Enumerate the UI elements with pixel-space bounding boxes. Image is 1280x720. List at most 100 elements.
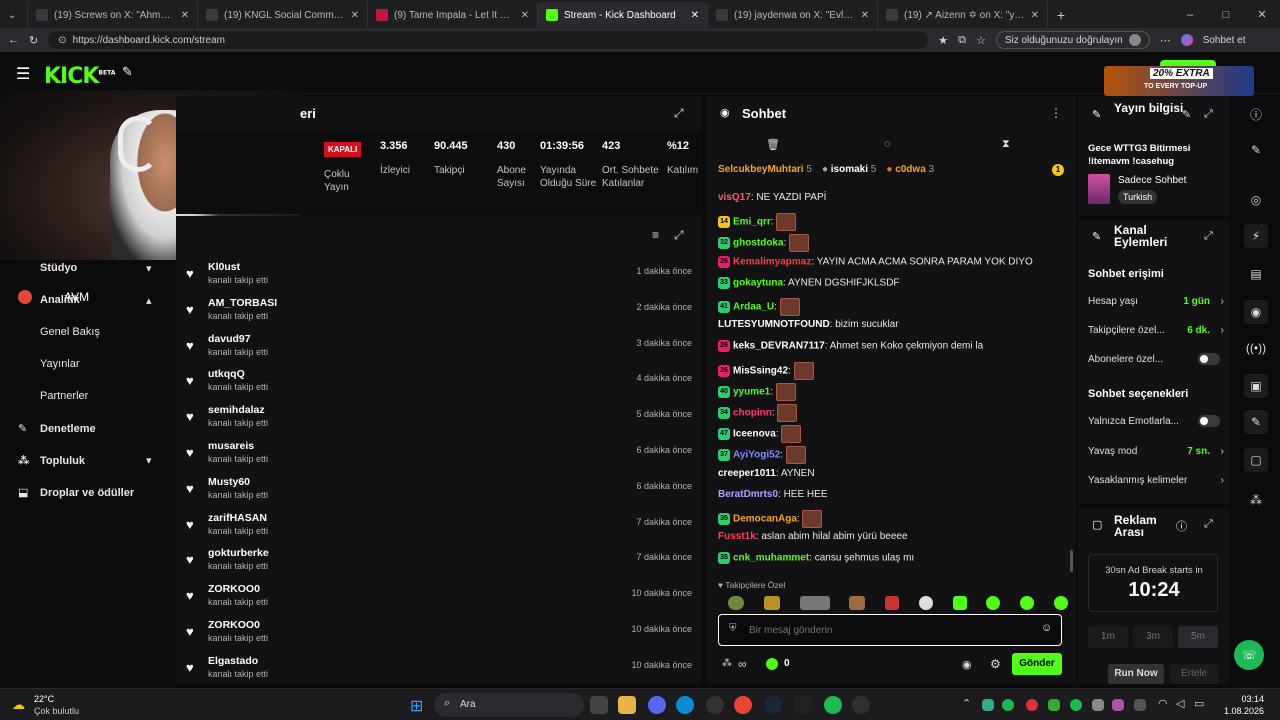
- chat-username[interactable]: creeper1011: [718, 468, 776, 479]
- sidebar-item[interactable]: ✎ Denetleme: [18, 422, 96, 436]
- chat-icon[interactable]: ◉: [1244, 300, 1268, 324]
- follower-row[interactable]: ♥ musareis kanalı takip etti 6 dakika önce: [186, 439, 696, 473]
- windows-start-icon[interactable]: ⊞: [410, 696, 423, 716]
- sidebar-item[interactable]: Partnerler: [40, 390, 88, 402]
- follower-name[interactable]: AM_TORBASI: [208, 297, 277, 309]
- tab-close-icon[interactable]: ✕: [861, 10, 869, 21]
- chevron-down-icon[interactable]: ▾: [146, 262, 152, 275]
- follower-row[interactable]: ♥ davud97 kanalı takip etti 3 dakika önce: [186, 332, 696, 366]
- browser-tab[interactable]: (19) KNGL Social Community / X ✕: [198, 2, 368, 28]
- chat-message[interactable]: 33 gokaytuna: AYNEN DGSHIFJKLSDF: [718, 276, 1058, 289]
- ad-expand-icon[interactable]: ⤢: [1204, 518, 1213, 531]
- category-name[interactable]: Sadece Sohbet: [1118, 175, 1186, 186]
- sidebar-item[interactable]: ⬓ Droplar ve ödüller: [18, 486, 134, 500]
- close-window-button[interactable]: ✕: [1244, 2, 1280, 28]
- battery-icon[interactable]: ▭: [1194, 697, 1204, 710]
- tray-icon[interactable]: [1134, 699, 1146, 711]
- follower-name[interactable]: Elgastado: [208, 655, 258, 667]
- top-gifter[interactable]: ● isomaki 5: [822, 164, 876, 175]
- follower-name[interactable]: zarifHASAN: [208, 512, 267, 524]
- followers-expand-icon[interactable]: ⤢: [674, 228, 684, 243]
- chat-message[interactable]: LUTESYUMNOTFOUND: bizim sucuklar: [718, 319, 1058, 330]
- tab-list-icon[interactable]: ⌄: [8, 10, 16, 21]
- ad-duration-option[interactable]: 1m: [1088, 626, 1128, 648]
- send-button[interactable]: Gönder: [1012, 653, 1062, 675]
- follower-row[interactable]: ♥ gokturberke kanalı takip etti 7 dakika ön…: [186, 546, 696, 580]
- reload-icon[interactable]: ↻: [29, 34, 38, 47]
- tray-icon[interactable]: [1026, 699, 1038, 711]
- clock-date[interactable]: 1.08.2026: [1208, 706, 1264, 716]
- emote-icon[interactable]: [1053, 596, 1068, 610]
- browser-tab[interactable]: (19) jaydenwa on X: "Evleri yakın ol ✕: [708, 2, 878, 28]
- chat-username[interactable]: gokaytuna: [733, 277, 783, 288]
- promo-banner[interactable]: 20% EXTRA TO EVERY TOP-UP: [1104, 66, 1254, 96]
- tab-close-icon[interactable]: ✕: [181, 10, 189, 21]
- follower-name[interactable]: Musty60: [208, 476, 250, 488]
- ad-info-icon[interactable]: ⓘ: [1176, 518, 1187, 534]
- follower-name[interactable]: utkqqQ: [208, 368, 245, 380]
- emote-icon[interactable]: [952, 596, 967, 610]
- new-tab-button[interactable]: +: [1048, 2, 1074, 28]
- edit-icon[interactable]: ✎: [1182, 108, 1191, 121]
- minimize-button[interactable]: –: [1172, 2, 1208, 28]
- subs-only-toggle[interactable]: [1198, 353, 1220, 365]
- postpone-button[interactable]: Ertele: [1170, 664, 1218, 684]
- follower-name[interactable]: davud97: [208, 333, 251, 345]
- tray-icon[interactable]: [1092, 699, 1104, 711]
- discord-icon[interactable]: [648, 696, 666, 714]
- chat-username[interactable]: keks_DEVRAN7117: [733, 341, 825, 352]
- tab-close-icon[interactable]: ✕: [1031, 10, 1039, 21]
- follower-row[interactable]: ♥ Elgastado kanalı takip etti 10 dakika önc…: [186, 654, 696, 688]
- slow-mode-row[interactable]: Yavaş mod 7 sn. ›: [1088, 446, 1224, 457]
- followers-only-row[interactable]: Takipçilere özel... 6 dk. ›: [1088, 325, 1224, 336]
- follower-name[interactable]: Kl0ust: [208, 261, 240, 273]
- lightning-icon[interactable]: ⚡: [1244, 224, 1268, 248]
- tray-icon[interactable]: [1070, 699, 1082, 711]
- stack-icon[interactable]: ▣: [1244, 374, 1268, 398]
- chat-username[interactable]: BeratDmrts0: [718, 489, 778, 500]
- chat-message[interactable]: 26 Kemalimyapmaz: YAYIN ACMA ACMA SONRA P…: [718, 255, 1058, 268]
- obs-icon[interactable]: [852, 696, 870, 714]
- tray-chevron-icon[interactable]: ⌃: [962, 697, 971, 710]
- site-info-icon[interactable]: ⊙: [58, 35, 66, 46]
- follower-name[interactable]: ZORKOO0: [208, 619, 260, 631]
- chat-message[interactable]: 47 Iceenova:: [718, 425, 1058, 444]
- chat-message[interactable]: 26 keks_DEVRAN7117: Ahmet sen Koko çekmiy…: [718, 340, 1058, 353]
- banned-words-row[interactable]: Yasaklanmış kelimeler ›: [1088, 475, 1224, 486]
- tray-icon[interactable]: [1002, 699, 1014, 711]
- wrench-bar-icon[interactable]: ✎: [1244, 410, 1268, 434]
- chevron-down-icon[interactable]: ▾: [146, 454, 152, 467]
- chat-message[interactable]: Fusst1k: aslan abim hilal abim yürü beee…: [718, 531, 1058, 542]
- follower-row[interactable]: ♥ semihdalaz kanalı takip etti 5 dakika önc…: [186, 403, 696, 437]
- steam-icon[interactable]: [764, 696, 782, 714]
- follower-name[interactable]: musareis: [208, 440, 254, 452]
- chat-username[interactable]: Kemalimyapmaz: [733, 256, 811, 267]
- chat-message[interactable]: 40 yyume1:: [718, 382, 1058, 401]
- trash-icon[interactable]: 🗑: [766, 138, 780, 151]
- chat-message[interactable]: visQ17: NE YAZDI PAPİ: [718, 192, 1058, 203]
- run-now-button[interactable]: Run Now: [1108, 664, 1164, 684]
- browser-tab-1[interactable]: ⌄: [0, 2, 28, 28]
- top-gifter[interactable]: SelcukbeyMuhtari 5: [718, 164, 812, 175]
- emote-icon[interactable]: [986, 596, 1001, 610]
- chat-message[interactable]: BeratDmrts0: HEE HEE: [718, 489, 1058, 500]
- emote-icon[interactable]: [918, 596, 933, 610]
- gifter-badge-icon[interactable]: 1: [1052, 164, 1064, 176]
- follower-row[interactable]: ♥ utkqqQ kanalı takip etti 4 dakika önce: [186, 367, 696, 401]
- chat-message[interactable]: 41 Ardaa_U:: [718, 298, 1058, 316]
- emote-icon[interactable]: [849, 596, 866, 610]
- chat-username[interactable]: DemocanAga: [733, 514, 797, 525]
- chat-username[interactable]: Iceenova: [733, 429, 776, 440]
- chat-message[interactable]: 37 AyiYogi52:: [718, 446, 1058, 465]
- chat-message[interactable]: 26 MisSsing42:: [718, 361, 1058, 380]
- emote-icon[interactable]: [763, 596, 780, 610]
- emote-only-toggle[interactable]: [1198, 415, 1220, 427]
- filter-icon[interactable]: ≡: [652, 228, 659, 242]
- chat-username[interactable]: AyiYogi52: [733, 450, 780, 461]
- file-explorer-icon[interactable]: [618, 696, 636, 714]
- follower-row[interactable]: ♥ ZORKOO0 kanalı takip etti 10 dakika önce: [186, 618, 696, 652]
- chat-username[interactable]: chopinn: [733, 408, 772, 419]
- add-widget-icon[interactable]: ⁂: [1244, 488, 1268, 512]
- chat-username[interactable]: cnk_muhammet: [733, 553, 809, 564]
- task-view-icon[interactable]: [590, 696, 608, 714]
